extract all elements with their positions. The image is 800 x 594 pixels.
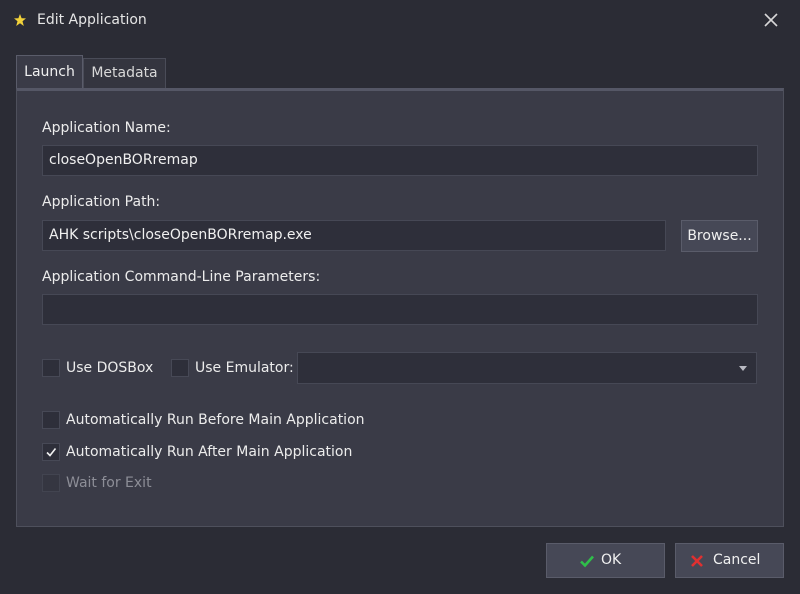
run-after-checkbox[interactable] xyxy=(42,443,60,461)
command-line-label: Application Command-Line Parameters: xyxy=(42,269,321,285)
emulator-select[interactable] xyxy=(297,352,757,384)
check-icon xyxy=(46,448,57,457)
window-title: Edit Application xyxy=(37,12,147,28)
tab-launch[interactable]: Launch xyxy=(16,55,83,88)
checkmark-icon xyxy=(579,554,595,572)
chevron-down-icon xyxy=(739,366,747,371)
run-before-label: Automatically Run Before Main Applicatio… xyxy=(66,412,365,428)
application-path-label: Application Path: xyxy=(42,194,161,210)
use-dosbox-checkbox[interactable] xyxy=(42,359,60,377)
application-name-label: Application Name: xyxy=(42,120,171,136)
tab-metadata[interactable]: Metadata xyxy=(83,58,166,88)
wait-for-exit-label: Wait for Exit xyxy=(66,475,152,491)
run-before-checkbox[interactable] xyxy=(42,411,60,429)
cancel-button[interactable]: Cancel xyxy=(675,543,784,578)
red-x-icon xyxy=(690,554,704,572)
ok-button[interactable]: OK xyxy=(546,543,665,578)
wait-for-exit-checkbox[interactable] xyxy=(42,474,60,492)
app-star-icon xyxy=(14,14,26,26)
command-line-input[interactable] xyxy=(42,294,758,325)
use-emulator-label: Use Emulator: xyxy=(195,360,294,376)
application-name-input[interactable]: closeOpenBORremap xyxy=(42,145,758,176)
cancel-label: Cancel xyxy=(713,552,761,568)
use-emulator-checkbox[interactable] xyxy=(171,359,189,377)
application-path-input[interactable]: AHK scripts\closeOpenBORremap.exe xyxy=(42,220,666,251)
browse-button[interactable]: Browse... xyxy=(681,220,758,252)
run-after-label: Automatically Run After Main Application xyxy=(66,444,353,460)
ok-label: OK xyxy=(601,552,622,568)
title-bar: Edit Application xyxy=(0,0,800,40)
close-icon[interactable] xyxy=(760,9,782,31)
use-dosbox-label: Use DOSBox xyxy=(66,360,154,376)
